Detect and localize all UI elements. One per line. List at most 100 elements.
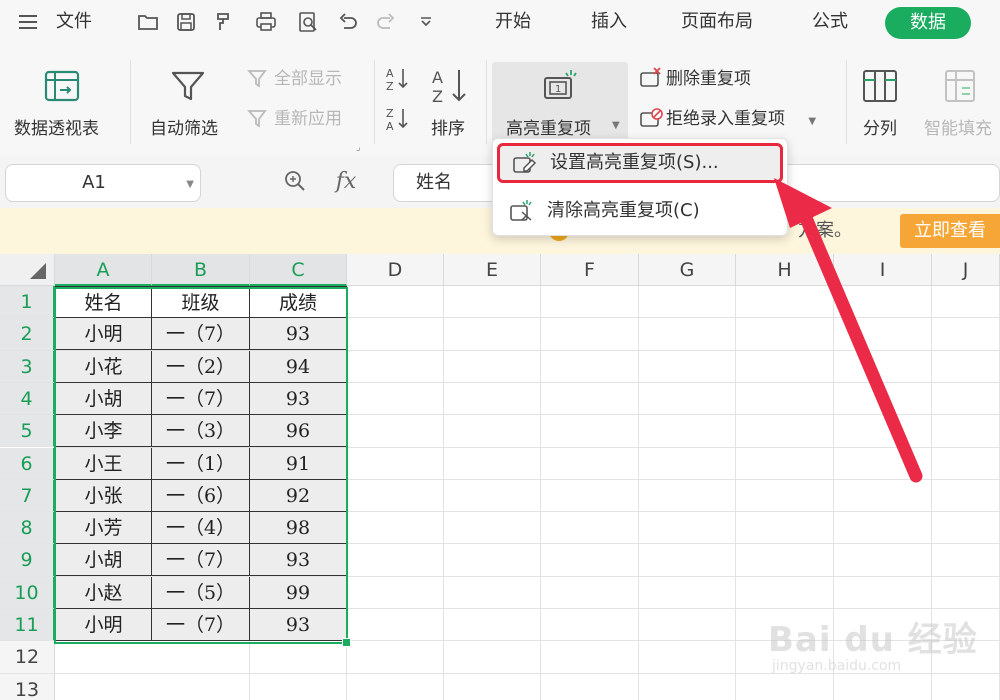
header-cell[interactable]: 成绩: [250, 286, 347, 318]
tab-insert[interactable]: 插入: [591, 0, 627, 46]
table-cell[interactable]: 小胡: [55, 382, 152, 415]
reject-duplicates-button[interactable]: 拒绝录入重复项 ▼: [638, 104, 816, 134]
reapply-button[interactable]: 重新应用: [246, 104, 342, 134]
table-cell[interactable]: 一（5）: [152, 576, 250, 609]
column-header-d[interactable]: D: [347, 254, 444, 286]
print-icon[interactable]: [254, 10, 278, 34]
table-cell[interactable]: 小张: [55, 479, 152, 512]
row-header-13[interactable]: 13: [0, 673, 55, 700]
name-box[interactable]: A1 ▼: [5, 164, 201, 202]
column-header-a[interactable]: A: [55, 254, 152, 286]
row-header-7[interactable]: 7: [0, 479, 55, 513]
smart-fill-button[interactable]: 智能填充: [920, 46, 1000, 156]
row-header-8[interactable]: 8: [0, 512, 55, 545]
table-cell[interactable]: 91: [250, 447, 347, 480]
header-cell[interactable]: 班级: [152, 286, 250, 318]
table-cell[interactable]: 一（7）: [152, 318, 250, 351]
row-header-3[interactable]: 3: [0, 350, 55, 383]
table-cell[interactable]: 小王: [55, 447, 152, 480]
row-header-1[interactable]: 1: [0, 286, 55, 319]
delete-duplicates-button[interactable]: 删除重复项: [638, 64, 751, 94]
column-header-c[interactable]: C: [250, 254, 347, 286]
row-header-10[interactable]: 10: [0, 576, 55, 609]
fill-handle[interactable]: [342, 638, 351, 647]
set-highlight-icon: [510, 150, 538, 176]
autofilter-button[interactable]: 自动筛选: [146, 46, 232, 156]
table-cell[interactable]: 99: [250, 576, 347, 609]
column-header-j[interactable]: J: [932, 254, 1000, 286]
table-cell[interactable]: 一（7）: [152, 382, 250, 415]
view-now-button[interactable]: 立即查看: [900, 214, 1000, 248]
split-columns-button[interactable]: 分列: [856, 46, 908, 156]
group-expand-icon[interactable]: ⌟: [356, 142, 361, 153]
table-cell[interactable]: 一（3）: [152, 415, 250, 448]
table-cell[interactable]: 93: [250, 318, 347, 351]
customize-dropdown-icon[interactable]: [414, 10, 438, 34]
svg-text:1: 1: [555, 84, 561, 95]
table-cell[interactable]: 98: [250, 512, 347, 545]
tab-formulas[interactable]: 公式: [812, 0, 848, 46]
table-cell[interactable]: 小明: [55, 318, 152, 351]
table-cell[interactable]: 小赵: [55, 576, 152, 609]
sort-button[interactable]: AZ 排序: [426, 46, 476, 156]
table-cell[interactable]: 小胡: [55, 544, 152, 577]
column-header-i[interactable]: I: [834, 254, 932, 286]
pivot-table-button[interactable]: 数据透视表: [10, 46, 114, 156]
row-header-4[interactable]: 4: [0, 382, 55, 416]
formula-value: 姓名: [416, 172, 452, 193]
select-all-corner[interactable]: [0, 254, 55, 286]
print-preview-icon[interactable]: [296, 10, 320, 34]
function-fx-icon[interactable]: fx: [332, 168, 360, 196]
hamburger-menu-icon[interactable]: [16, 10, 40, 34]
row-header-11[interactable]: 11: [0, 609, 55, 642]
column-header-f[interactable]: F: [541, 254, 639, 286]
format-painter-icon[interactable]: [212, 10, 236, 34]
table-cell[interactable]: 小明: [55, 609, 152, 641]
column-header-g[interactable]: G: [639, 254, 736, 286]
clear-highlight-label: 清除高亮重复项(C): [547, 200, 700, 221]
row-header-9[interactable]: 9: [0, 544, 55, 577]
caret-down-icon[interactable]: ▼: [808, 116, 816, 127]
save-icon[interactable]: [174, 10, 198, 34]
table-cell[interactable]: 96: [250, 415, 347, 448]
ribbon-divider: [846, 60, 847, 144]
open-folder-icon[interactable]: [136, 10, 160, 34]
table-cell[interactable]: 小芳: [55, 512, 152, 545]
table-cell[interactable]: 一（6）: [152, 479, 250, 512]
undo-icon[interactable]: [336, 10, 360, 34]
table-cell[interactable]: 94: [250, 350, 347, 383]
row-header-12[interactable]: 12: [0, 641, 55, 674]
sort-ascending-button[interactable]: AZ: [384, 64, 412, 94]
table-cell[interactable]: 一（7）: [152, 544, 250, 577]
tab-home[interactable]: 开始: [495, 0, 531, 46]
redo-icon[interactable]: [374, 10, 398, 34]
row-header-6[interactable]: 6: [0, 447, 55, 480]
table-cell[interactable]: 一（4）: [152, 512, 250, 545]
table-cell[interactable]: 一（2）: [152, 350, 250, 383]
table-cell[interactable]: 93: [250, 544, 347, 577]
table-cell[interactable]: 93: [250, 609, 347, 641]
zoom-search-icon[interactable]: [282, 168, 310, 196]
header-cell[interactable]: 姓名: [55, 286, 152, 318]
column-header-h[interactable]: H: [736, 254, 834, 286]
set-highlight-duplicates-item[interactable]: 设置高亮重复项(S)...: [497, 143, 783, 183]
show-all-button[interactable]: 全部显示: [246, 64, 342, 94]
table-cell[interactable]: 92: [250, 479, 347, 512]
table-cell[interactable]: 小花: [55, 350, 152, 383]
clear-highlight-duplicates-item[interactable]: 清除高亮重复项(C): [497, 191, 783, 231]
column-header-e[interactable]: E: [444, 254, 541, 286]
file-menu[interactable]: 文件: [56, 0, 92, 46]
row-header-5[interactable]: 5: [0, 415, 55, 448]
table-cell[interactable]: 93: [250, 382, 347, 415]
name-box-dropdown-icon[interactable]: ▼: [186, 179, 194, 190]
gridline: [638, 286, 639, 700]
pivot-table-label: 数据透视表: [14, 119, 99, 139]
tab-data[interactable]: 数据: [885, 7, 971, 39]
sort-descending-button[interactable]: ZA: [384, 104, 412, 134]
column-header-b[interactable]: B: [152, 254, 250, 286]
row-header-2[interactable]: 2: [0, 318, 55, 351]
tab-page-layout[interactable]: 页面布局: [681, 0, 753, 46]
table-cell[interactable]: 小李: [55, 415, 152, 448]
table-cell[interactable]: 一（1）: [152, 447, 250, 480]
table-cell[interactable]: 一（7）: [152, 609, 250, 641]
